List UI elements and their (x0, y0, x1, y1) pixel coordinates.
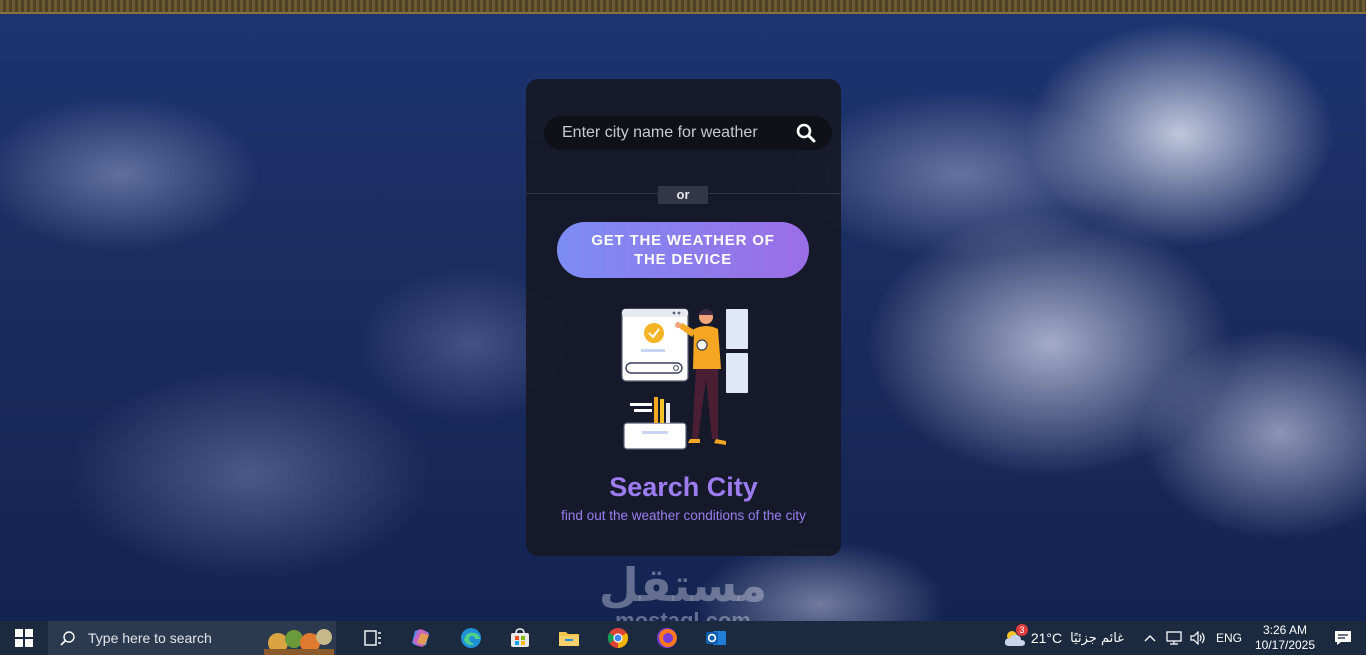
file-explorer-icon[interactable] (544, 621, 593, 655)
notification-icon[interactable] (1320, 621, 1366, 655)
volume-icon[interactable] (1186, 621, 1210, 655)
weather-temperature: 21°C (1030, 630, 1063, 646)
taskbar: Type here to search 3 21°C غائم جزئيًا E… (0, 621, 1366, 655)
search-city-subtitle: find out the weather conditions of the c… (561, 508, 806, 523)
city-search-box (544, 116, 832, 150)
weather-condition: غائم جزئيًا (1070, 630, 1124, 646)
firefox-icon[interactable] (642, 621, 691, 655)
search-city-illustration (618, 305, 758, 460)
device-weather-button[interactable]: GET THE WEATHER OF THE DEVICE (557, 222, 809, 278)
outlook-icon[interactable] (691, 621, 740, 655)
search-icon[interactable] (796, 123, 816, 143)
system-tray: 3 21°C غائم جزئيًا ENG 3:26 AM 10/17/202… (1003, 621, 1366, 655)
store-icon[interactable] (495, 621, 544, 655)
weather-card: or GET THE WEATHER OF THE DEVICE (526, 79, 841, 556)
language-indicator[interactable]: ENG (1216, 631, 1242, 645)
edge-icon[interactable] (446, 621, 495, 655)
windows-start-icon[interactable] (0, 621, 48, 655)
search-highlight-art (264, 629, 334, 655)
chevron-up-icon[interactable] (1138, 621, 1162, 655)
city-search-input[interactable] (544, 116, 784, 150)
top-decorative-strip (0, 0, 1366, 14)
tray-weather-widget[interactable]: 3 21°C غائم جزئيًا (1003, 624, 1124, 648)
weather-badge: 3 (1015, 624, 1028, 636)
copilot-icon[interactable] (397, 621, 446, 655)
taskbar-search-icon (60, 630, 76, 646)
tray-clock[interactable]: 3:26 AM 10/17/2025 (1250, 623, 1320, 653)
taskbar-search-box[interactable]: Type here to search (48, 621, 336, 655)
task-view-icon[interactable] (348, 621, 397, 655)
chrome-icon[interactable] (593, 621, 642, 655)
taskbar-search-placeholder: Type here to search (88, 630, 212, 646)
clock-date: 10/17/2025 (1254, 638, 1316, 652)
clock-time: 3:26 AM (1262, 623, 1308, 637)
search-city-title: Search City (609, 472, 758, 502)
or-separator: or (658, 186, 708, 204)
partly-cloudy-icon: 3 (1003, 624, 1028, 648)
taskbar-apps (348, 621, 740, 655)
network-icon[interactable] (1162, 621, 1186, 655)
